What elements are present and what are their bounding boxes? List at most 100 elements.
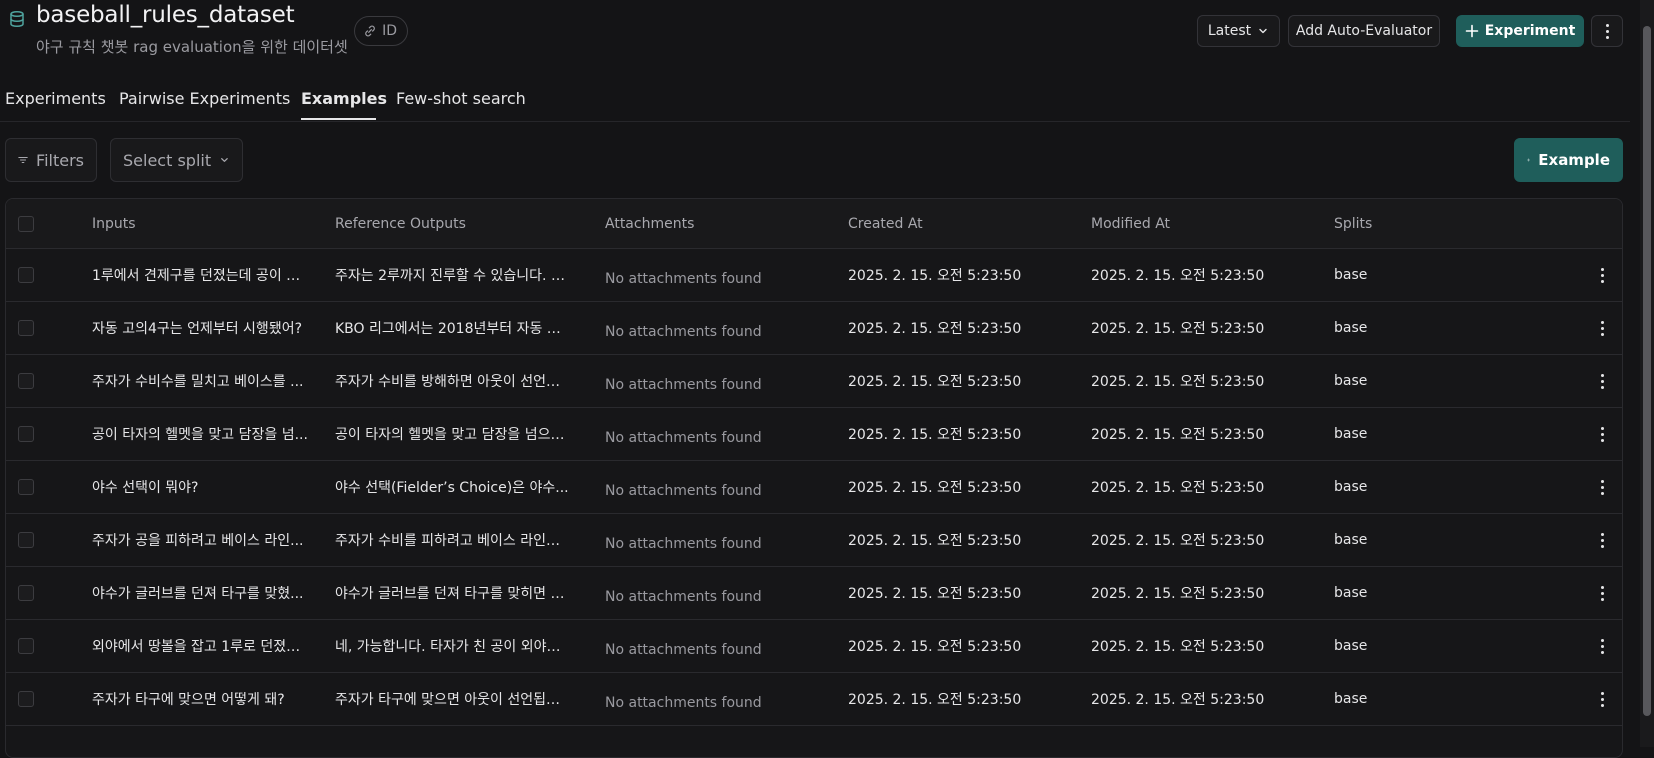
table-row[interactable]: 야수 선택이 뭐야? 야수 선택(Fielder’s Choice)은 야수...… — [6, 461, 1622, 514]
filters-button[interactable]: Filters — [5, 138, 97, 182]
database-icon — [10, 10, 24, 28]
reference-output-cell: 야수 선택(Fielder’s Choice)은 야수... — [335, 480, 569, 496]
created-at-cell: 2025. 2. 15. 오전 5:23:50 — [848, 321, 1022, 337]
table-row[interactable]: 자동 고의4구는 언제부터 시행됐어? KBO 리그에서는 2018년부터 자동 … — [6, 302, 1622, 355]
split-cell: base — [1334, 638, 1368, 654]
table-row[interactable]: 1루에서 견제구를 던졌는데 공이 펜... 주자는 2루까지 진루할 수 있습니… — [6, 249, 1622, 302]
row-menu-button[interactable] — [1592, 514, 1612, 566]
row-menu-button[interactable] — [1592, 620, 1612, 672]
filters-label: Filters — [36, 150, 84, 170]
kebab-icon — [1600, 585, 1604, 601]
kebab-icon — [1600, 426, 1604, 442]
created-at-cell: 2025. 2. 15. 오전 5:23:50 — [848, 692, 1022, 708]
column-header-splits[interactable]: Splits — [1334, 199, 1434, 248]
tab-experiments[interactable]: Experiments — [5, 89, 106, 108]
tab-examples[interactable]: Examples — [301, 89, 387, 108]
attachments-cell: No attachments found — [605, 324, 762, 340]
row-checkbox[interactable] — [18, 532, 34, 548]
input-cell: 공이 타자의 헬멧을 맞고 담장을 넘... — [92, 427, 308, 443]
modified-at-cell: 2025. 2. 15. 오전 5:23:50 — [1091, 268, 1265, 284]
input-cell: 주자가 수비수를 밀치고 베이스를 ... — [92, 374, 304, 390]
table-row[interactable]: 주자가 타구에 맞으면 어떻게 돼? 주자가 타구에 맞으면 아웃이 선언됩니..… — [6, 673, 1622, 726]
version-select[interactable]: Latest — [1197, 15, 1280, 47]
reference-output-cell: 주자가 타구에 맞으면 아웃이 선언됩니... — [335, 692, 571, 708]
table-row[interactable]: 야수가 글러브를 던져 타구를 맞혔... 야수가 글러브를 던져 타구를 맞히면… — [6, 567, 1622, 620]
created-at-cell: 2025. 2. 15. 오전 5:23:50 — [848, 374, 1022, 390]
modified-at-cell: 2025. 2. 15. 오전 5:23:50 — [1091, 480, 1265, 496]
created-at-cell: 2025. 2. 15. 오전 5:23:50 — [848, 533, 1022, 549]
kebab-icon — [1605, 23, 1609, 39]
split-cell: base — [1334, 532, 1368, 548]
split-cell: base — [1334, 373, 1368, 389]
row-checkbox[interactable] — [18, 373, 34, 389]
created-at-cell: 2025. 2. 15. 오전 5:23:50 — [848, 586, 1022, 602]
column-header-created-at[interactable]: Created At — [848, 199, 1078, 248]
column-header-inputs[interactable]: Inputs — [92, 199, 310, 248]
split-cell: base — [1334, 320, 1368, 336]
kebab-icon — [1600, 691, 1604, 707]
copy-id-button[interactable]: ID — [354, 16, 408, 46]
table-row[interactable]: 주자가 공을 피하려고 베이스 라인... 주자가 수비를 피하려고 베이스 라인… — [6, 514, 1622, 567]
page-title: baseball_rules_dataset — [36, 2, 295, 28]
modified-at-cell: 2025. 2. 15. 오전 5:23:50 — [1091, 427, 1265, 443]
more-options-button[interactable] — [1591, 15, 1623, 47]
row-checkbox[interactable] — [18, 479, 34, 495]
split-select[interactable]: Select split — [110, 138, 243, 182]
modified-at-cell: 2025. 2. 15. 오전 5:23:50 — [1091, 374, 1265, 390]
kebab-icon — [1600, 638, 1604, 654]
table-row[interactable]: 외야에서 땅볼을 잡고 1루로 던졌는... 네, 가능합니다. 타자가 친 공이… — [6, 620, 1622, 673]
row-menu-button[interactable] — [1592, 673, 1612, 725]
add-auto-evaluator-button[interactable]: Add Auto-Evaluator — [1288, 15, 1440, 47]
add-example-button[interactable]: Example — [1514, 138, 1623, 182]
kebab-icon — [1600, 532, 1604, 548]
tab-few-shot-search[interactable]: Few-shot search — [396, 89, 526, 108]
table-row[interactable]: 공이 타자의 헬멧을 맞고 담장을 넘... 공이 타자의 헬멧을 맞고 담장을 … — [6, 408, 1622, 461]
chevron-down-icon — [1259, 28, 1267, 34]
kebab-icon — [1600, 320, 1604, 336]
version-label: Latest — [1207, 23, 1252, 39]
modified-at-cell: 2025. 2. 15. 오전 5:23:50 — [1091, 533, 1265, 549]
created-at-cell: 2025. 2. 15. 오전 5:23:50 — [848, 480, 1022, 496]
row-menu-button[interactable] — [1592, 302, 1612, 354]
split-cell: base — [1334, 585, 1368, 601]
attachments-cell: No attachments found — [605, 271, 762, 287]
row-checkbox[interactable] — [18, 691, 34, 707]
modified-at-cell: 2025. 2. 15. 오전 5:23:50 — [1091, 639, 1265, 655]
select-all-checkbox[interactable] — [18, 215, 34, 232]
split-cell: base — [1334, 479, 1368, 495]
split-placeholder: Select split — [123, 150, 212, 170]
table-row[interactable]: 주자가 수비수를 밀치고 베이스를 ... 주자가 수비를 방해하면 아웃이 선언… — [6, 355, 1622, 408]
row-checkbox[interactable] — [18, 320, 34, 336]
row-checkbox[interactable] — [18, 426, 34, 442]
input-cell: 주자가 공을 피하려고 베이스 라인... — [92, 533, 304, 549]
row-menu-button[interactable] — [1592, 408, 1612, 460]
reference-output-cell: KBO 리그에서는 2018년부터 자동 고... — [335, 321, 571, 337]
reference-output-cell: 야수가 글러브를 던져 타구를 맞히면 인... — [335, 586, 571, 602]
row-checkbox[interactable] — [18, 638, 34, 654]
input-cell: 1루에서 견제구를 던졌는데 공이 펜... — [92, 268, 310, 284]
column-header-modified-at[interactable]: Modified At — [1091, 199, 1321, 248]
column-header-attachments[interactable]: Attachments — [605, 199, 835, 248]
experiment-label: Experiment — [1484, 23, 1576, 39]
input-cell: 야수 선택이 뭐야? — [92, 480, 199, 496]
created-at-cell: 2025. 2. 15. 오전 5:23:50 — [848, 639, 1022, 655]
created-at-cell: 2025. 2. 15. 오전 5:23:50 — [848, 427, 1022, 443]
row-menu-button[interactable] — [1592, 249, 1612, 301]
row-menu-button[interactable] — [1592, 567, 1612, 619]
tab-pairwise-experiments[interactable]: Pairwise Experiments — [119, 89, 290, 108]
row-menu-button[interactable] — [1592, 355, 1612, 407]
attachments-cell: No attachments found — [605, 377, 762, 393]
new-experiment-button[interactable]: Experiment — [1456, 15, 1584, 47]
add-auto-evaluator-label: Add Auto-Evaluator — [1295, 23, 1433, 39]
row-checkbox[interactable] — [18, 267, 34, 283]
row-checkbox[interactable] — [18, 585, 34, 601]
input-cell: 주자가 타구에 맞으면 어떻게 돼? — [92, 692, 285, 708]
modified-at-cell: 2025. 2. 15. 오전 5:23:50 — [1091, 692, 1265, 708]
created-at-cell: 2025. 2. 15. 오전 5:23:50 — [848, 268, 1022, 284]
column-header-reference-outputs[interactable]: Reference Outputs — [335, 199, 571, 248]
scrollbar-thumb[interactable] — [1643, 26, 1651, 716]
row-menu-button[interactable] — [1592, 461, 1612, 513]
active-tab-indicator — [301, 118, 376, 120]
link-icon — [365, 25, 375, 37]
filter-icon — [18, 156, 28, 164]
